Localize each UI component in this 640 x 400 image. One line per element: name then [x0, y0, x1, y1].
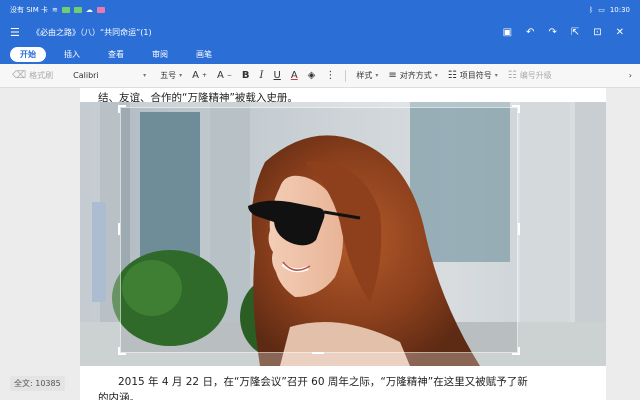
battery-icon: ▭ — [598, 6, 605, 14]
align-label: 对齐方式 — [399, 71, 432, 80]
align-select[interactable]: ≡ 对齐方式 ▾ — [388, 70, 437, 81]
crop-handle-top-left[interactable] — [118, 105, 126, 113]
tab-pen[interactable]: 画笔 — [186, 47, 222, 62]
crop-handle-bottom-left[interactable] — [118, 347, 126, 355]
numbering-label: 编号升级 — [519, 71, 552, 80]
tab-review[interactable]: 审阅 — [142, 47, 178, 62]
crop-handle-top-right[interactable] — [512, 105, 520, 113]
cloud-icon: ☁ — [85, 6, 93, 14]
menu-icon[interactable]: ☰ — [10, 26, 24, 39]
paragraph-line: 的内涵。 — [98, 392, 140, 400]
format-toolbar: ⌫ 格式刷 Calibri ▾ 五号 ▾ A + A − B I U A ◈ ⋮ 样… — [0, 64, 640, 88]
crop-handle-bottom[interactable] — [312, 352, 324, 354]
chevron-down-icon: ▾ — [375, 72, 379, 79]
chevron-down-icon: ▾ — [179, 72, 183, 79]
save-icon[interactable]: ▣ — [503, 27, 512, 38]
crop-handle-bottom-right[interactable] — [512, 347, 520, 355]
share-icon[interactable]: ⇱ — [571, 27, 579, 38]
format-brush-label: 格式刷 — [29, 71, 54, 80]
numbering-icon: ☷ — [507, 70, 517, 81]
scroll-right-icon[interactable]: › — [629, 71, 632, 80]
paragraph-line: 2015 年 4 月 22 日，在“万隆会议”召开 60 周年之际，“万隆精神”… — [118, 376, 528, 388]
underline-icon[interactable]: U — [274, 70, 281, 81]
app-notification-icon — [73, 7, 82, 13]
bullets-icon: ☷ — [447, 70, 457, 81]
word-count-badge[interactable]: 全文: 10385 — [10, 376, 65, 391]
bluetooth-icon: ᛒ — [588, 6, 594, 14]
style-label: 样式 — [356, 71, 373, 80]
format-brush-button[interactable]: ⌫ 格式刷 — [12, 70, 53, 81]
chevron-down-icon: ▾ — [434, 72, 438, 79]
font-size-select[interactable]: 五号 ▾ — [160, 70, 182, 81]
increase-font-icon[interactable]: A + — [192, 70, 207, 81]
font-size-value: 五号 — [160, 71, 177, 80]
font-select[interactable]: Calibri — [73, 71, 133, 80]
crop-handle-right[interactable] — [518, 223, 520, 235]
app-notification-icon — [96, 7, 105, 13]
crop-mask — [80, 102, 120, 366]
crop-mask — [120, 353, 518, 366]
highlight-icon[interactable]: ◈ — [308, 70, 316, 81]
divider — [345, 69, 347, 82]
crop-mask — [518, 102, 606, 366]
tab-start[interactable]: 开始 — [10, 46, 46, 62]
undo-icon[interactable]: ↶ — [526, 27, 534, 38]
status-bar: 没有 SIM 卡 ≋ ☁ ᛒ ▭ 10:30 — [0, 0, 640, 20]
brush-icon: ⌫ — [12, 70, 27, 81]
tab-insert[interactable]: 插入 — [54, 47, 90, 62]
bullets-select[interactable]: ☷ 项目符号 ▾ — [448, 70, 498, 81]
crop-frame[interactable] — [120, 107, 518, 353]
fullscreen-icon[interactable]: ⊡ — [593, 27, 601, 38]
tab-view[interactable]: 查看 — [98, 47, 134, 62]
carrier-label: 没有 SIM 卡 — [10, 6, 48, 14]
redo-icon[interactable]: ↷ — [548, 27, 556, 38]
status-time: 10:30 — [609, 6, 630, 14]
wifi-icon: ≋ — [52, 6, 58, 14]
more-icon[interactable]: ⋮ — [325, 70, 335, 81]
ribbon-tabs: 开始 插入 查看 审阅 画笔 — [0, 44, 640, 64]
decrease-font-icon[interactable]: A − — [217, 70, 232, 81]
document-title: 《必由之路》（八）“共同命运”(1) — [32, 27, 152, 37]
align-icon: ≡ — [388, 70, 397, 81]
document-page[interactable]: 结、友谊、合作的“万隆精神”被载入史册。 2015 年 4 月 22 日，在“万… — [80, 88, 606, 400]
app-notification-icon — [61, 7, 70, 13]
bold-icon[interactable]: B — [242, 70, 250, 81]
crop-handle-left[interactable] — [118, 223, 120, 235]
font-value: Calibri — [73, 71, 99, 80]
selected-image[interactable] — [80, 102, 606, 366]
numbering-button[interactable]: ☷ 编号升级 — [508, 70, 552, 81]
chevron-down-icon[interactable]: ▾ — [143, 72, 146, 79]
style-select[interactable]: 样式 ▾ — [356, 70, 378, 81]
title-bar: ☰ 《必由之路》（八）“共同命运”(1) ▣ ↶ ↷ ⇱ ⊡ ✕ — [0, 20, 640, 44]
bullets-label: 项目符号 — [459, 71, 492, 80]
chevron-down-icon: ▾ — [494, 72, 498, 79]
italic-icon[interactable]: I — [260, 70, 264, 81]
font-color-icon[interactable]: A — [291, 70, 298, 81]
close-icon[interactable]: ✕ — [616, 27, 624, 38]
